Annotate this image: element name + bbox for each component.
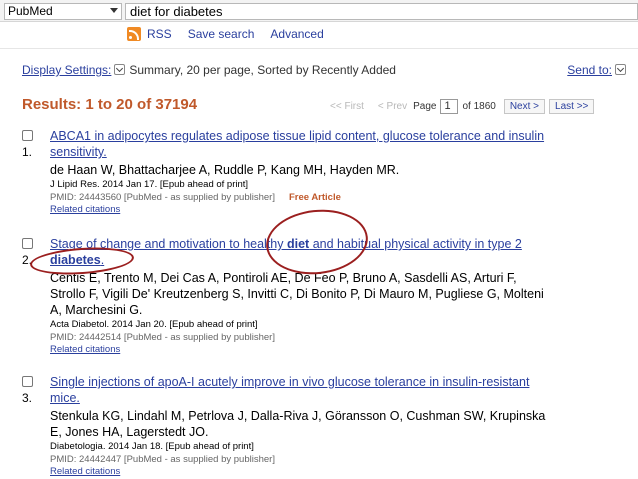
divider [0,48,638,49]
rss-icon[interactable] [127,27,141,41]
related-citations-link[interactable]: Related citations [50,344,632,356]
search-bar: PubMed diet for diabetes [0,0,638,22]
result-title-line[interactable]: sensitivity. [50,145,107,159]
result-checkbox[interactable] [22,130,33,141]
display-settings-row: Display Settings: Summary, 20 per page, S… [22,63,630,79]
result-authors: Stenkula KG, Lindahl M, Petrlova J, Dall… [50,408,632,440]
result-title-link[interactable]: ABCA1 in adipocytes regulates adipose ti… [50,128,632,160]
results-count-heading: Results: 1 to 20 of 37194 [22,96,198,113]
first-page-button[interactable]: << First [330,101,364,112]
result-journal: Diabetologia. 2014 Jan 18. [Epub ahead o… [50,441,254,452]
related-citations-link[interactable]: Related citations [50,466,632,478]
result-title-link[interactable]: Single injections of apoA-I acutely impr… [50,374,632,406]
result-authors: Centis E, Trento M, Dei Cas A, Pontiroli… [50,270,632,318]
rss-link[interactable]: RSS [147,27,172,41]
result-journal: Acta Diabetol. 2014 Jan 20. [Epub ahead … [50,319,258,330]
result-authors-line: Strollo F, Vigili De' Kreutzenberg S, In… [50,287,544,301]
display-settings-value: Summary, 20 per page, Sorted by Recently… [129,63,396,77]
result-title-line[interactable]: Single injections of apoA-I acutely impr… [50,375,529,389]
result-number: 3. [22,391,33,405]
chevron-down-icon[interactable] [615,64,626,75]
chevron-down-icon [110,8,118,13]
result-authors-line: Centis E, Trento M, Dei Cas A, Pontiroli… [50,271,517,285]
result-checkbox[interactable] [22,238,33,249]
result-number: 1. [22,145,33,159]
search-input[interactable]: diet for diabetes [125,3,638,20]
result-title-line[interactable]: mice. [50,391,80,405]
result-authors-line: E, Jones HA, Lagerstedt JO. [50,425,209,439]
last-page-button[interactable]: Last >> [549,99,595,114]
result-authors: de Haan W, Bhattacharjee A, Ruddle P, Ka… [50,163,400,177]
result-pmid: PMID: 24442514 [PubMed - as supplied by … [50,332,275,343]
page-number-input[interactable]: 1 [440,99,459,114]
database-select-value: PubMed [8,4,53,18]
result-pmid-text: PMID: 24443560 [PubMed - as supplied by … [50,192,275,203]
result-journal: J Lipid Res. 2014 Jan 17. [Epub ahead of… [50,179,249,190]
result-authors-line: A, Marchesini G. [50,303,143,317]
prev-page-button[interactable]: < Prev [378,101,407,112]
result-title-line[interactable]: ABCA1 in adipocytes regulates adipose ti… [50,129,544,143]
result-pmid: PMID: 24442447 [PubMed - as supplied by … [50,454,275,465]
result-body: ABCA1 in adipocytes regulates adipose ti… [50,128,632,216]
pagination: << First < Prev Page 1 of 1860 Next > La… [330,99,595,114]
send-to-menu[interactable]: Send to: [567,63,630,77]
chevron-down-icon[interactable] [114,64,126,75]
free-article-badge: Free Article [288,192,341,203]
result-pmid: PMID: 24443560 [PubMed - as supplied by … [50,191,632,204]
page-total: of 1860 [462,101,496,112]
display-settings-link[interactable]: Display Settings: [22,63,111,77]
result-checkbox[interactable] [22,376,33,387]
next-page-button[interactable]: Next > [503,99,546,114]
result-body: Single injections of apoA-I acutely impr… [50,374,632,478]
save-search-link[interactable]: Save search [188,27,255,41]
database-select[interactable]: PubMed [4,3,122,20]
page-label: Page [413,101,437,112]
result-authors-line: Stenkula KG, Lindahl M, Petrlova J, Dall… [50,409,546,423]
advanced-search-link[interactable]: Advanced [270,27,323,41]
search-sublinks: RSS Save search Advanced [127,26,340,42]
send-to-label[interactable]: Send to: [567,63,612,77]
